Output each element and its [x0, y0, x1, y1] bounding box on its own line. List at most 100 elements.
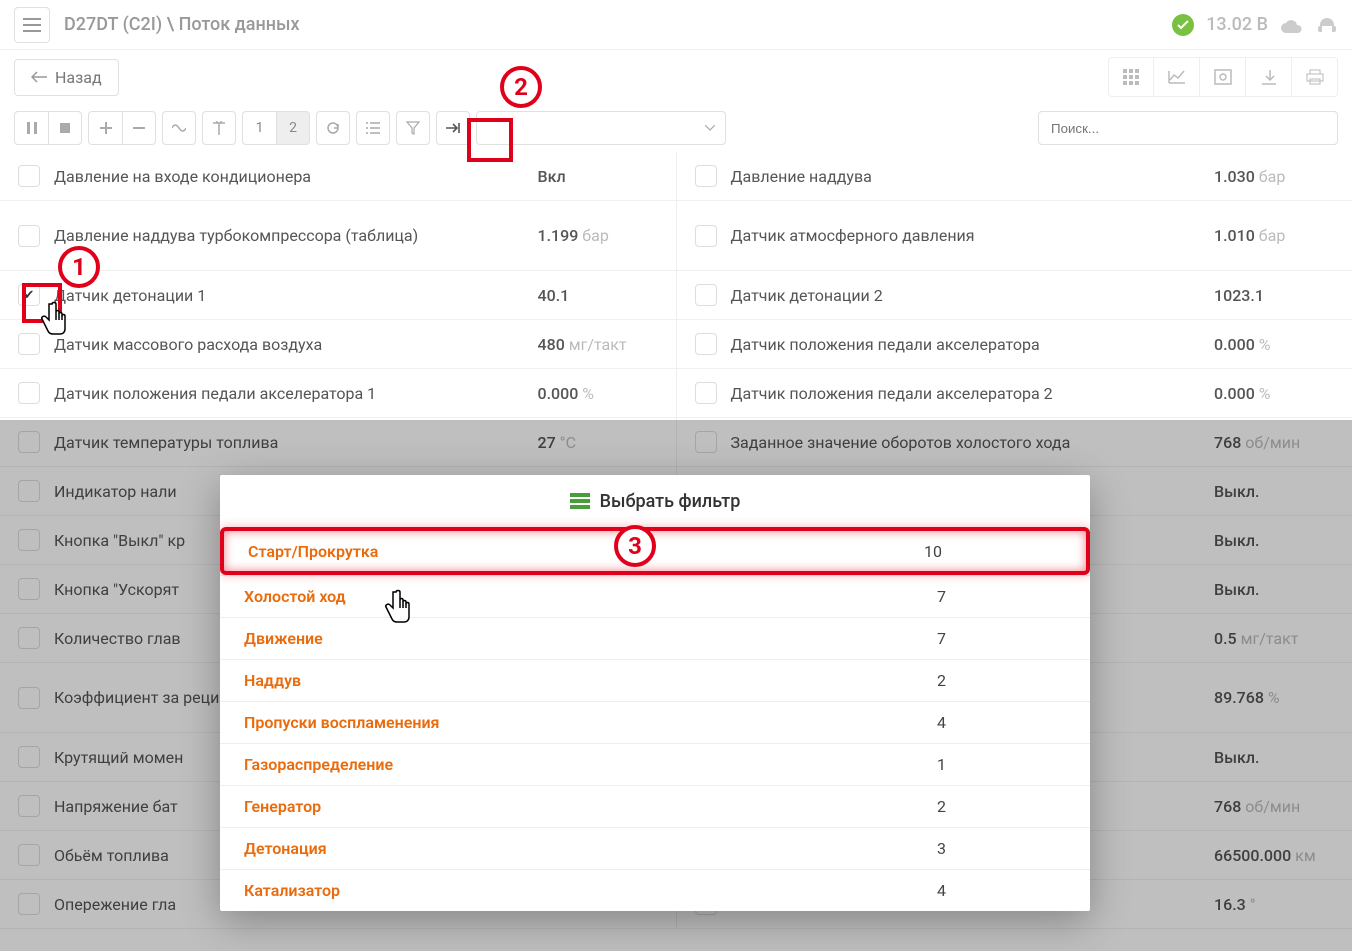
- list-icon: [366, 122, 380, 134]
- row-label: Давление наддува: [731, 167, 1201, 186]
- modal-header: Выбрать фильтр: [220, 475, 1090, 527]
- search-input[interactable]: [1038, 111, 1338, 145]
- text-icon: [213, 121, 225, 135]
- row-checkbox[interactable]: [18, 382, 40, 404]
- export-icon: [1260, 69, 1278, 85]
- row-checkbox[interactable]: [18, 165, 40, 187]
- callout-1: 1: [58, 246, 100, 288]
- chart-button[interactable]: [1154, 57, 1200, 97]
- back-bar: Назад: [0, 50, 1352, 104]
- filter-name: Катализатор: [244, 881, 937, 900]
- row-checkbox[interactable]: [695, 284, 717, 306]
- export-button[interactable]: [1246, 57, 1292, 97]
- filter-row[interactable]: Катализатор4: [220, 869, 1090, 911]
- data-row[interactable]: Датчик положения педали акселератора 10.…: [0, 369, 676, 418]
- wave-button[interactable]: [162, 111, 196, 145]
- filter-dropdown[interactable]: [476, 111, 726, 145]
- row-checkbox[interactable]: [18, 333, 40, 355]
- filter-button[interactable]: [396, 111, 430, 145]
- filter-name: Газораспределение: [244, 755, 937, 774]
- pause-icon: [27, 122, 37, 134]
- data-row[interactable]: Датчик массового расхода воздуха480 мг/т…: [0, 320, 676, 369]
- row-value: 1.199 бар: [538, 226, 658, 245]
- row-value: 1.010 бар: [1214, 226, 1334, 245]
- go-to-button[interactable]: [436, 111, 470, 145]
- voltage-value: 13.02: [1206, 14, 1252, 35]
- row-label: Давление наддува турбокомпрессора (табли…: [54, 226, 524, 245]
- data-row[interactable]: Датчик детонации 21023.1: [677, 271, 1352, 320]
- print-icon: [1306, 69, 1324, 85]
- back-label: Назад: [55, 68, 102, 87]
- row-checkbox[interactable]: [695, 225, 717, 247]
- list-button[interactable]: [356, 111, 390, 145]
- filter-icon: [406, 121, 420, 135]
- add-button[interactable]: [88, 111, 122, 145]
- row-label: Датчик детонации 2: [731, 286, 1201, 305]
- filter-row[interactable]: Газораспределение1: [220, 743, 1090, 785]
- plus-icon: [100, 122, 112, 134]
- row-checkbox[interactable]: [695, 165, 717, 187]
- filter-list: Старт/Прокрутка10Холостой ход7Движение7Н…: [220, 527, 1090, 911]
- filter-row[interactable]: Холостой ход7: [220, 575, 1090, 617]
- capture-icon: [1214, 69, 1232, 85]
- data-row[interactable]: Датчик атмосферного давления 1.010 бар: [677, 201, 1352, 271]
- grid-view-button[interactable]: [1108, 57, 1154, 97]
- back-button[interactable]: Назад: [14, 59, 119, 96]
- row-value: 1.030 бар: [1214, 167, 1334, 186]
- filter-count: 4: [937, 713, 1066, 732]
- filter-row[interactable]: Движение7: [220, 617, 1090, 659]
- data-row[interactable]: Давление наддува 1.030 бар: [677, 152, 1352, 201]
- filter-name: Старт/Прокрутка: [248, 542, 924, 561]
- row-value: 0.000 %: [1214, 335, 1334, 354]
- row-checkbox[interactable]: [695, 333, 717, 355]
- stop-button[interactable]: [48, 111, 82, 145]
- col1-button[interactable]: 1: [242, 111, 276, 145]
- text-button[interactable]: [202, 111, 236, 145]
- pause-button[interactable]: [14, 111, 48, 145]
- chart-icon: [1168, 70, 1186, 84]
- data-row[interactable]: Давление наддува турбокомпрессора (табли…: [0, 201, 676, 271]
- arrow-to-right-icon: [445, 122, 461, 134]
- filter-count: 2: [937, 797, 1066, 816]
- filter-row[interactable]: Наддув2: [220, 659, 1090, 701]
- row-value: 0.000 %: [538, 384, 658, 403]
- breadcrumb: D27DT (C2I) \ Поток данных: [64, 14, 300, 35]
- filter-count: 2: [937, 671, 1066, 690]
- refresh-button[interactable]: [316, 111, 350, 145]
- cloud-icon[interactable]: [1280, 16, 1304, 34]
- modal-title: Выбрать фильтр: [600, 491, 741, 512]
- row-checkbox[interactable]: [695, 382, 717, 404]
- refresh-icon: [326, 121, 340, 135]
- wave-icon: [172, 124, 186, 132]
- filter-count: 3: [937, 839, 1066, 858]
- filter-row[interactable]: Генератор2: [220, 785, 1090, 827]
- filter-count: 1: [937, 755, 1066, 774]
- callout-3: 3: [614, 525, 656, 567]
- app-header: D27DT (C2I) \ Поток данных 13.02 В: [0, 0, 1352, 50]
- row-label: Датчик атмосферного давления: [731, 226, 1201, 245]
- filter-row[interactable]: Детонация3: [220, 827, 1090, 869]
- menu-button[interactable]: [14, 7, 50, 43]
- capture-button[interactable]: [1200, 57, 1246, 97]
- filter-name: Генератор: [244, 797, 937, 816]
- remove-button[interactable]: [122, 111, 156, 145]
- filter-name: Холостой ход: [244, 587, 937, 606]
- data-row[interactable]: Датчик положения педали акселератора 20.…: [677, 369, 1352, 418]
- filter-row[interactable]: Пропуски воспламенения4: [220, 701, 1090, 743]
- status-ok-icon: [1172, 14, 1194, 36]
- highlight-box-arrow-button: [467, 118, 513, 162]
- data-row[interactable]: Датчик детонации 1 40.1: [0, 271, 676, 320]
- row-value: Вкл: [538, 167, 658, 186]
- data-row[interactable]: Давление на входе кондиционераВкл: [0, 152, 676, 201]
- row-label: Датчик положения педали акселератора: [731, 335, 1201, 354]
- col2-button[interactable]: 2: [276, 111, 310, 145]
- row-label: Датчик детонации 1: [54, 286, 524, 305]
- filter-name: Детонация: [244, 839, 937, 858]
- print-button[interactable]: [1292, 57, 1338, 97]
- data-row[interactable]: Датчик положения педали акселератора 0.00…: [677, 320, 1352, 369]
- headset-icon[interactable]: [1316, 14, 1338, 36]
- callout-2: 2: [500, 66, 542, 108]
- row-value: 40.1: [538, 286, 658, 305]
- highlight-box-checkbox: [22, 283, 62, 323]
- row-checkbox[interactable]: [18, 225, 40, 247]
